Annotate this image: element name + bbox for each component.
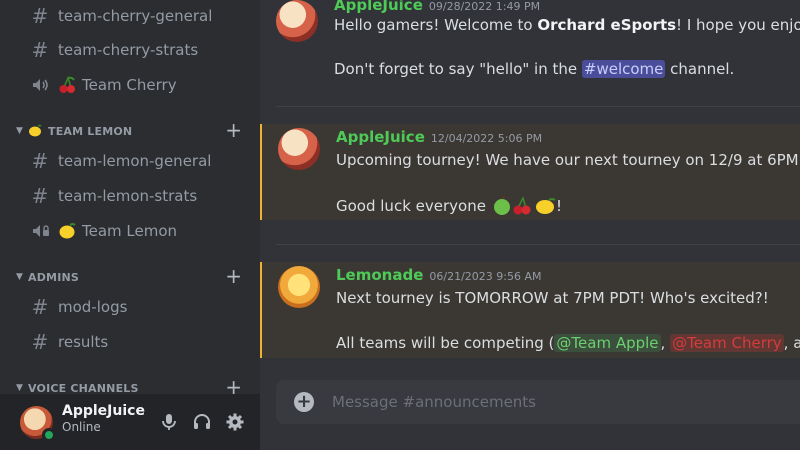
category-team-lemon[interactable]: ▼ TEAM LEMON + [16, 119, 252, 143]
category-label: TEAM LEMON [48, 124, 133, 138]
add-attachment-icon[interactable]: + [294, 392, 314, 412]
category-label: VOICE CHANNELS [28, 381, 139, 395]
green-apple-icon [493, 196, 510, 215]
channel-name: team-cherry-strats [58, 41, 199, 59]
channel-name: Team Lemon [82, 222, 178, 240]
hash-icon: # [31, 4, 49, 28]
cherry-icon [59, 76, 75, 93]
lemon-icon [29, 124, 42, 137]
date-divider [276, 244, 800, 245]
chevron-down-icon: ▼ [16, 383, 23, 393]
avatar[interactable] [278, 128, 320, 170]
channel-team-lemon-general[interactable]: # team-lemon-general [8, 145, 252, 177]
online-status-dot [42, 428, 56, 442]
create-channel-icon[interactable]: + [225, 265, 242, 287]
channel-team-lemon-strats[interactable]: # team-lemon-strats [8, 180, 252, 212]
message-line: Don't forget to say "hello" in the #welc… [334, 60, 735, 78]
channel-mod-logs[interactable]: # mod-logs [8, 291, 252, 323]
gear-icon [226, 413, 244, 431]
deafen-button[interactable] [186, 406, 218, 438]
message-line: Good luck everyone ! [336, 196, 562, 215]
message-author[interactable]: AppleJuice 12/04/2022 5:06 PM [336, 128, 542, 146]
hash-icon: # [31, 295, 49, 319]
channel-name: mod-logs [58, 298, 128, 316]
channel-team-cherry-strats[interactable]: # team-cherry-strats [8, 34, 252, 66]
message-timestamp: 12/04/2022 5:06 PM [430, 132, 543, 145]
message-input[interactable] [332, 380, 792, 424]
speaker-locked-icon [33, 225, 49, 237]
username[interactable]: AppleJuice [62, 403, 145, 419]
channel-name: Team Cherry [82, 76, 177, 94]
speaker-icon [33, 79, 48, 91]
message-area: AppleJuice 09/28/2022 1:49 PM Hello gamer… [260, 0, 800, 450]
role-mention-team-cherry[interactable]: @Team Cherry [670, 334, 784, 352]
hash-icon: # [31, 149, 49, 173]
channel-name: team-cherry-general [58, 7, 213, 25]
channel-team-cherry-general[interactable]: # team-cherry-general [8, 0, 252, 32]
voice-channel-team-cherry[interactable]: Team Cherry [8, 69, 252, 101]
lemon-icon [535, 198, 556, 214]
user-panel: AppleJuice Online [0, 394, 260, 450]
microphone-icon [162, 414, 176, 430]
message-line: Hello gamers! Welcome to Orchard eSports… [334, 16, 800, 34]
channel-name: team-lemon-strats [58, 187, 198, 205]
avatar[interactable] [278, 266, 320, 308]
message-highlighted: AppleJuice 12/04/2022 5:06 PM Upcoming to… [260, 124, 800, 220]
channel-mention-welcome[interactable]: #welcome [581, 60, 666, 78]
chevron-down-icon: ▼ [16, 272, 23, 282]
hash-icon: # [31, 184, 49, 208]
hash-icon: # [31, 330, 49, 354]
headphones-icon [194, 414, 210, 429]
date-divider [276, 106, 800, 107]
category-admins[interactable]: ▼ ADMINS + [16, 265, 252, 289]
category-label: ADMINS [28, 270, 80, 284]
hash-icon: # [31, 38, 49, 62]
message-timestamp: 06/21/2023 9:56 AM [429, 270, 542, 283]
channel-name: results [58, 333, 109, 351]
user-status-text: Online [62, 420, 101, 434]
message-highlighted: Lemonade 06/21/2023 9:56 AM Next tourney … [260, 262, 800, 358]
chevron-down-icon: ▼ [16, 126, 23, 136]
avatar[interactable] [276, 0, 318, 42]
cherry-icon [513, 196, 531, 215]
message-composer: + [276, 380, 800, 424]
role-mention-team-apple[interactable]: @Team Apple [554, 334, 661, 352]
channel-results[interactable]: # results [8, 326, 252, 358]
user-settings-button[interactable] [219, 406, 251, 438]
message-author[interactable]: Lemonade 06/21/2023 9:56 AM [336, 266, 542, 284]
voice-channel-team-lemon[interactable]: Team Lemon [8, 215, 252, 247]
create-channel-icon[interactable]: + [225, 119, 242, 141]
message: AppleJuice 09/28/2022 1:49 PM Hello gamer… [260, 0, 800, 90]
message-author[interactable]: AppleJuice 09/28/2022 1:49 PM [334, 0, 540, 14]
message-line: Next tourney is TOMORROW at 7PM PDT! Who… [336, 289, 769, 307]
channel-sidebar: # team-cherry-general # team-cherry-stra… [0, 0, 260, 450]
mute-button[interactable] [153, 406, 185, 438]
message-line: All teams will be competing (@Team Apple… [336, 334, 800, 352]
message-timestamp: 09/28/2022 1:49 PM [428, 0, 541, 13]
message-line: Upcoming tourney! We have our next tourn… [336, 151, 800, 169]
lemon-icon [59, 223, 76, 239]
channel-name: team-lemon-general [58, 152, 212, 170]
